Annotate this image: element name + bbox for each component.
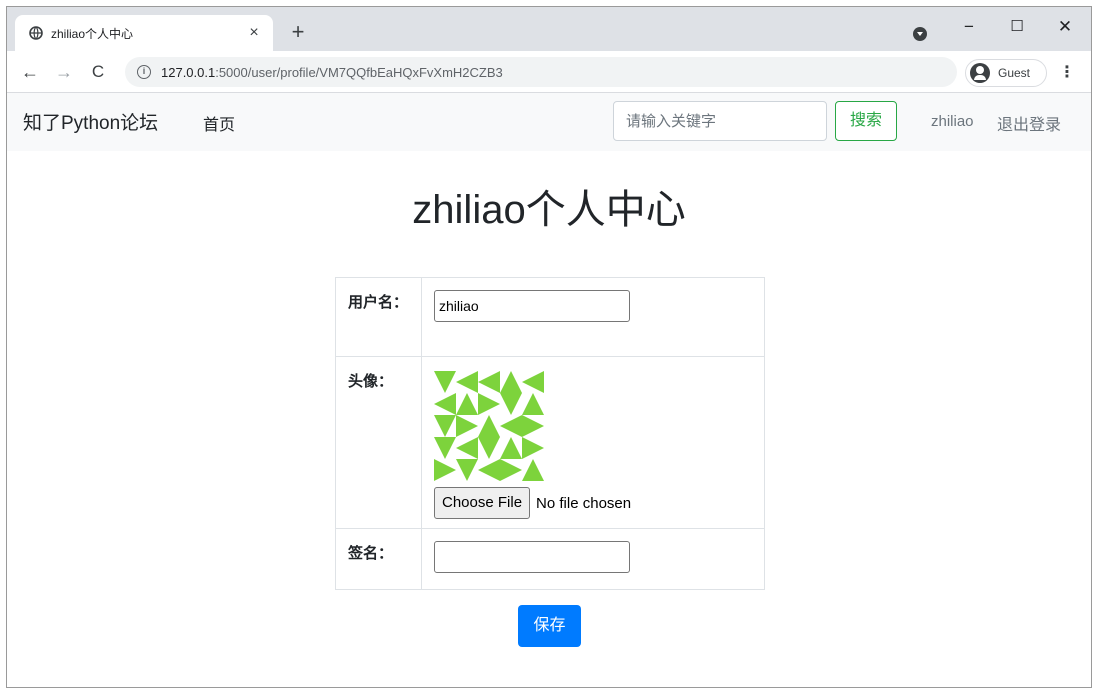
avatar-triangle: [522, 459, 544, 481]
signature-label: 签名：: [336, 529, 422, 589]
site-brand[interactable]: 知了Python论坛: [23, 108, 158, 135]
url-host: 127.0.0.1: [161, 64, 216, 80]
avatar-triangle: [522, 437, 544, 459]
forward-button[interactable]: →: [53, 61, 75, 83]
search-button[interactable]: 搜索: [835, 101, 897, 141]
new-tab-button[interactable]: +: [285, 19, 311, 45]
avatar-triangle: [456, 415, 478, 437]
avatar-triangle: [434, 371, 456, 393]
minimize-button[interactable]: −: [949, 13, 989, 41]
username-label: 用户名：: [336, 278, 422, 356]
avatar-triangle: [434, 415, 456, 437]
save-button[interactable]: 保存: [518, 605, 581, 647]
username-row: 用户名：: [336, 278, 764, 357]
avatar-triangle: [456, 459, 478, 481]
avatar-triangle: [478, 415, 500, 437]
avatar-image: [434, 371, 544, 481]
avatar-triangle: [500, 459, 522, 481]
browser-menu-icon[interactable]: ⋮: [1057, 63, 1077, 83]
avatar-triangle: [522, 371, 544, 393]
nav-home-link[interactable]: 首页: [203, 111, 235, 135]
profile-form-table: 用户名： 头像： Choose File No file chosen 签名：: [335, 277, 765, 590]
back-button[interactable]: ←: [19, 61, 41, 83]
browser-window: zhiliao个人中心 × + − ☐ ✕ ← → C i 127.0.0.1:…: [6, 6, 1092, 688]
tab-title: zhiliao个人中心: [51, 26, 134, 41]
avatar-triangle: [434, 437, 456, 459]
close-window-button[interactable]: ✕: [1045, 13, 1085, 41]
address-bar[interactable]: i 127.0.0.1:5000/user/profile/VM7QQfbEaH…: [125, 57, 957, 87]
info-icon[interactable]: i: [137, 65, 151, 79]
avatar-label: 头像：: [336, 357, 422, 528]
avatar-triangle: [500, 393, 522, 415]
tab-strip: zhiliao个人中心 × + − ☐ ✕: [7, 7, 1091, 51]
username-cell: [422, 278, 764, 356]
avatar-triangle: [478, 371, 500, 393]
avatar-row: 头像： Choose File No file chosen: [336, 357, 764, 529]
avatar-triangle: [434, 393, 456, 415]
nav-username-link[interactable]: zhiliao: [931, 113, 974, 130]
avatar-triangle: [500, 437, 522, 459]
logout-link[interactable]: 退出登录: [997, 111, 1061, 135]
avatar-triangle: [456, 371, 478, 393]
reload-button[interactable]: C: [87, 61, 109, 83]
avatar-triangle: [500, 371, 522, 393]
username-input[interactable]: [434, 290, 630, 322]
avatar-triangle: [456, 437, 478, 459]
signature-row: 签名：: [336, 529, 764, 589]
tab-close-icon[interactable]: ×: [245, 24, 263, 42]
avatar-triangle: [478, 459, 500, 481]
file-status: No file chosen: [536, 494, 632, 512]
file-chooser: Choose File No file chosen: [434, 487, 752, 519]
site-navbar: 知了Python论坛 首页 搜索 zhiliao 退出登录: [7, 93, 1091, 151]
profile-button[interactable]: Guest: [965, 59, 1047, 87]
avatar-triangle: [478, 437, 500, 459]
avatar-triangle: [456, 393, 478, 415]
avatar-triangle: [522, 393, 544, 415]
profile-icon: [970, 63, 990, 83]
globe-icon: [29, 26, 43, 40]
search-input[interactable]: [613, 101, 827, 141]
signature-input[interactable]: [434, 541, 630, 573]
avatar-cell: Choose File No file chosen: [422, 357, 764, 528]
address-toolbar: ← → C i 127.0.0.1:5000/user/profile/VM7Q…: [7, 51, 1091, 93]
signature-cell: [422, 529, 764, 589]
maximize-button[interactable]: ☐: [997, 13, 1037, 41]
url-text: 127.0.0.1:5000/user/profile/VM7QQfbEaHQx…: [161, 65, 503, 80]
browser-tab[interactable]: zhiliao个人中心 ×: [15, 15, 273, 51]
avatar-triangle: [522, 415, 544, 437]
page-title: zhiliao个人中心: [412, 188, 686, 232]
avatar-triangle: [478, 393, 500, 415]
tab-search-icon[interactable]: [913, 27, 927, 41]
choose-file-button[interactable]: Choose File: [434, 487, 531, 519]
url-path: :5000/user/profile/VM7QQfbEaHQxFvXmH2CZB…: [215, 64, 503, 80]
avatar-triangle: [500, 415, 522, 437]
profile-label: Guest: [998, 66, 1031, 80]
avatar-triangle: [434, 459, 456, 481]
